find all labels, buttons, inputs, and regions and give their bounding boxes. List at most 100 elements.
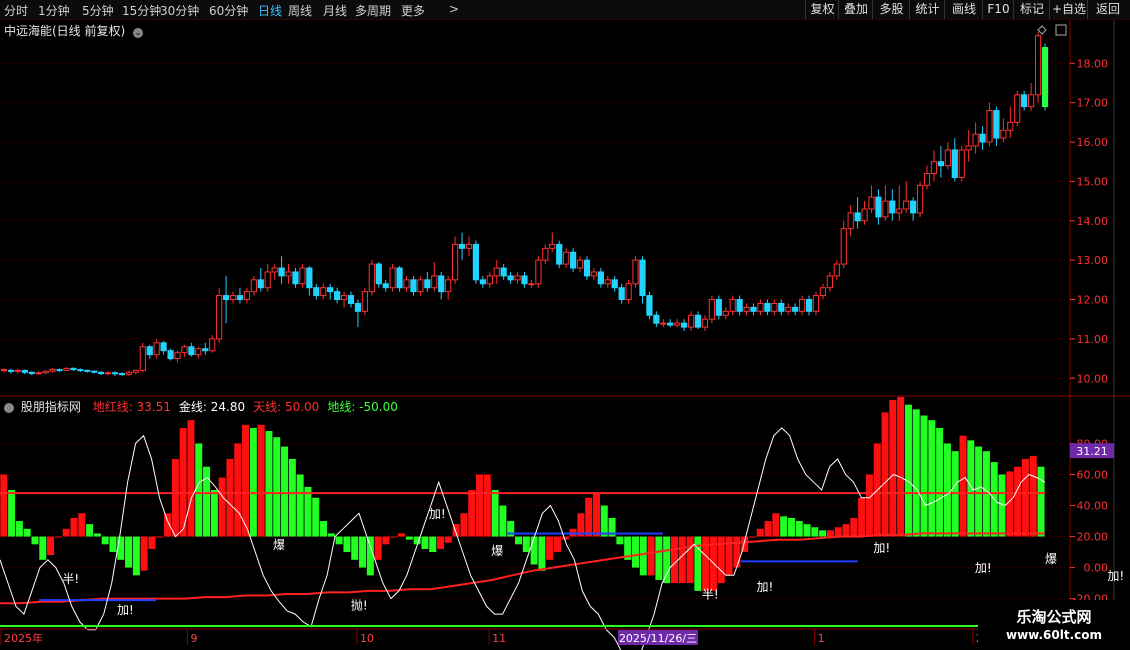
indicator-collapse-icon[interactable] [4,402,14,413]
indicator-bar-93 [725,536,733,576]
timeframe-tab-1[interactable]: 1分钟 [38,2,70,19]
candle-35 [243,291,251,301]
toolbar-button-1[interactable]: 叠加 [838,0,873,19]
candle-132 [916,184,924,214]
toolbar-button-2[interactable]: 多股 [872,0,910,19]
timeline-label-1: 9 [190,632,197,645]
candle-139 [965,145,972,151]
indicator-bar-106 [826,530,834,537]
indicator-bar-121 [943,443,951,537]
more-arrow-icon[interactable]: > [449,2,459,16]
timeline-label-3: 11 [492,632,506,645]
candle-92 [639,259,646,297]
indicator-axis-label-4: 0.00 [1084,562,1109,575]
indicator-bar-111 [865,474,873,537]
toolbar-button-3[interactable]: 统计 [909,0,945,19]
candle-53 [368,263,375,293]
timeline-label-4: 1 [818,632,825,645]
indicator-bar-50 [390,536,398,538]
diamond-icon [1037,25,1047,35]
indicator-bar-42 [327,533,335,537]
price-axis-label-5: 13.00 [1077,254,1109,267]
indicator-legend: 股朋指标网 地红线: 33.51 金线: 24.80 天线: 50.00 地线: -5… [4,398,398,415]
candlestick-chart[interactable]: 18.00 17.00 16.00 15.00 14.00 13.00 12.00 11.00… [0,0,1130,650]
indicator-bar-37 [288,458,296,537]
candle-70 [486,275,493,285]
timeframe-tab-4[interactable]: 30分钟 [160,2,199,19]
toolbar-button-0[interactable]: 复权 [805,0,839,19]
timeline-label-0: 2025年 [4,631,43,645]
candle-20 [139,346,146,371]
toolbar-button-6[interactable]: 标记 [1013,0,1050,19]
candle-127 [882,200,889,218]
indicator-bar-43 [335,536,343,545]
stock-title: 中远海能(日线 前复权) [4,24,126,38]
indicator-bar-9 [70,517,78,537]
candle-78 [542,247,549,261]
candle-2 [14,369,21,372]
timeframe-tab-9[interactable]: 多周期 [355,2,391,19]
indicator-bar-26 [203,466,211,537]
candle-10 [70,367,77,371]
candle-115 [799,299,806,312]
indicator-bar-63 [491,490,499,537]
indicator-bar-94 [733,536,741,568]
indicator-bar-15 [117,536,125,560]
candle-122 [847,212,854,230]
candle-34 [236,295,244,301]
candle-135 [937,161,944,167]
candle-86 [597,271,604,285]
cursor-date: 2025/11/26/三 [619,632,697,645]
indicator-bar-34 [265,431,273,537]
legend-item-1: 金线: 24.80 [178,400,246,414]
indicator-bar-123 [959,435,967,537]
candle-146 [1014,94,1021,123]
candle-131 [910,200,917,214]
candle-73 [507,275,514,281]
indicator-bar-90 [702,536,710,591]
indicator-bar-91 [709,536,717,591]
candle-59 [410,279,417,293]
indicator-bar-75 [585,497,593,537]
candle-67 [465,243,473,249]
indicator-bar-131 [1021,458,1029,537]
timeframe-tab-7[interactable]: 周线 [288,2,312,19]
candle-147 [1021,94,1028,108]
candle-142 [986,110,993,143]
timeframe-tab-5[interactable]: 60分钟 [209,2,248,19]
indicator-bar-104 [811,527,819,537]
indicator-bar-130 [1014,466,1022,537]
title-dropdown-icon[interactable]: ⌄ [133,28,144,38]
candle-136 [944,149,951,167]
indicator-bar-99 [772,513,780,537]
indicator-bar-3 [23,528,31,537]
toolbar-button-4[interactable]: 画线 [944,0,983,19]
timeframe-tab-6[interactable]: 日线 [258,2,282,19]
indicator-bar-5 [39,536,47,560]
indicator-bar-119 [928,420,936,537]
candle-16 [111,372,119,375]
current-value-badge [1070,443,1114,459]
toolbar-button-5[interactable]: F10 [982,0,1014,19]
candle-124 [861,208,868,222]
indicator-bar-16 [125,536,133,568]
signal-mark-7: 加! [756,580,773,594]
indicator-bar-113 [881,412,889,537]
timeframe-tab-2[interactable]: 5分钟 [82,2,114,19]
indicator-bar-115 [897,396,905,537]
timeframe-tab-8[interactable]: 月线 [323,2,347,19]
toolbar-button-7[interactable]: +自选 [1049,0,1088,19]
candle-65 [452,243,459,281]
indicator-bar-10 [78,513,86,537]
candle-57 [396,267,403,289]
signal-mark-10: 爆 [1045,552,1057,566]
timeframe-tab-0[interactable]: 分时 [4,2,28,19]
timeframe-tab-3[interactable]: 15分钟 [122,2,161,19]
candle-108 [750,306,757,312]
timeframe-tab-10[interactable]: 更多 [401,2,425,19]
toolbar-button-8[interactable]: 返回 [1087,0,1128,19]
indicator-bar-7 [54,536,62,538]
candle-42 [292,271,299,285]
indicator-bar-95 [741,536,749,553]
candle-72 [500,267,507,277]
